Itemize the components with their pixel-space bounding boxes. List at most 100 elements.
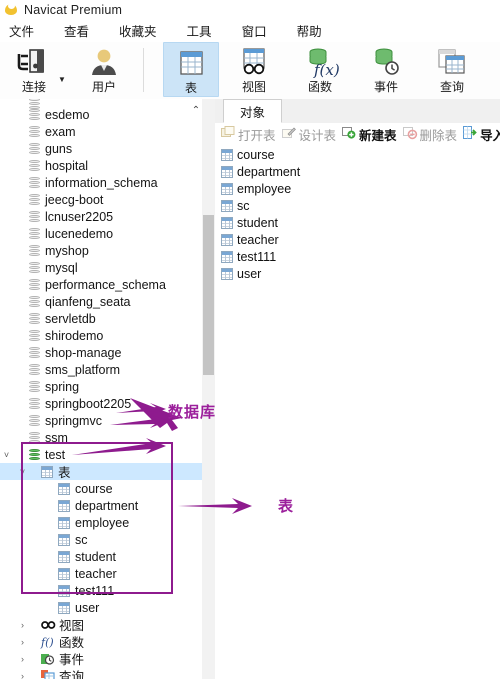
object-row-employee[interactable]: employee xyxy=(215,180,500,197)
tree-item-database-spring[interactable]: spring xyxy=(0,378,202,395)
object-row-test111[interactable]: test111 xyxy=(215,248,500,265)
menu-tools[interactable]: 工具 xyxy=(183,19,216,42)
toolbar-table-button[interactable]: 表 xyxy=(163,42,219,97)
tree-label: hospital xyxy=(45,158,89,173)
tree-item-table-employee[interactable]: employee xyxy=(0,514,202,531)
tree-label: 表 xyxy=(58,466,71,480)
expander-icon[interactable]: › xyxy=(16,637,29,647)
expander-icon[interactable]: › xyxy=(16,620,29,630)
toolbar-function-button[interactable]: f(x) 函数 xyxy=(292,42,348,97)
import-wizard-icon xyxy=(463,126,477,142)
object-name: department xyxy=(237,164,301,179)
tree-item-database-sms-platform[interactable]: sms_platform xyxy=(0,361,202,378)
toolbar-query-button[interactable]: 查询 xyxy=(424,42,480,97)
expander-icon[interactable]: ˅ xyxy=(16,467,29,477)
tree-item-functions-node[interactable]: › f() 函数 xyxy=(0,633,202,651)
tree-item-database-esdemo[interactable]: esdemo xyxy=(0,106,202,123)
toolbar-report-button[interactable]: 报表 xyxy=(488,42,500,97)
database-icon xyxy=(29,142,40,155)
design-table-label: 设计表 xyxy=(298,128,337,143)
tree-item-table-user[interactable]: user xyxy=(0,599,202,616)
title-bar: Navicat Premium xyxy=(0,0,500,19)
tree-label: springboot2205 xyxy=(45,396,132,411)
table-icon xyxy=(177,48,205,78)
object-row-user[interactable]: user xyxy=(215,265,500,282)
tree-item-database-test[interactable]: ˅ test xyxy=(0,446,202,463)
delete-table-button[interactable]: 删除表 xyxy=(402,125,457,144)
tree-item-database-information-schema[interactable]: information_schema xyxy=(0,174,202,191)
expander-icon[interactable]: › xyxy=(16,671,29,679)
tree-item-database-ssm[interactable]: ssm xyxy=(0,429,202,446)
tree-item-database-shirodemo[interactable]: shirodemo xyxy=(0,327,202,344)
tree-item-database-performance-schema[interactable]: performance_schema xyxy=(0,276,202,293)
tree-item-database-myshop[interactable]: myshop xyxy=(0,242,202,259)
object-name: student xyxy=(237,215,279,230)
navicat-window: Navicat Premium 文件 查看 收藏夹 工具 窗口 帮助 连接 ▼ … xyxy=(0,0,500,679)
object-list[interactable]: course department employee sc student te… xyxy=(215,146,500,282)
menu-file[interactable]: 文件 xyxy=(5,19,38,42)
tree-item-database-hospital[interactable]: hospital xyxy=(0,157,202,174)
toolbar-user-button[interactable]: 用户 xyxy=(76,42,132,97)
tree-item-database-qianfeng-seata[interactable]: qianfeng_seata xyxy=(0,293,202,310)
new-table-button[interactable]: 新建表 xyxy=(342,125,397,144)
database-icon-active xyxy=(29,448,40,461)
expander-icon[interactable]: › xyxy=(16,654,29,664)
tree-item-table-teacher[interactable]: teacher xyxy=(0,565,202,582)
tree-item-table-department[interactable]: department xyxy=(0,497,202,514)
tree-item-database-servletdb[interactable]: servletdb xyxy=(0,310,202,327)
object-row-student[interactable]: student xyxy=(215,214,500,231)
tree-label: ssm xyxy=(45,430,68,445)
object-row-course[interactable]: course xyxy=(215,146,500,163)
tree-scrollbar-track[interactable] xyxy=(202,99,215,679)
menu-window[interactable]: 窗口 xyxy=(238,19,271,42)
database-icon xyxy=(29,363,40,376)
table-icon xyxy=(58,516,70,529)
menu-favorites[interactable]: 收藏夹 xyxy=(115,19,161,42)
menu-bar: 文件 查看 收藏夹 工具 窗口 帮助 xyxy=(0,19,500,42)
tree-item-database-jeecg-boot[interactable]: jeecg-boot xyxy=(0,191,202,208)
object-row-department[interactable]: department xyxy=(215,163,500,180)
toolbar-connection-button[interactable]: 连接 xyxy=(6,42,62,97)
object-row-sc[interactable]: sc xyxy=(215,197,500,214)
import-wizard-button[interactable]: 导入 xyxy=(463,125,500,144)
tree-item-events-node[interactable]: › 事件 xyxy=(0,650,202,667)
database-icon xyxy=(29,346,40,359)
tree-label: spring xyxy=(45,379,80,394)
expander-icon[interactable]: ˅ xyxy=(0,450,13,460)
tree-label: mysql xyxy=(45,260,78,275)
tree-item-table-test111[interactable]: test111 xyxy=(0,582,202,599)
table-icon xyxy=(58,550,70,563)
menu-help[interactable]: 帮助 xyxy=(293,19,326,42)
tree-item-tables-node[interactable]: ˅ 表 xyxy=(0,463,202,480)
object-pane: ⌃ 对象 打开表 设计表 新建表 删除表 导入 course departmen… xyxy=(192,99,500,679)
table-icon xyxy=(221,216,233,229)
tree-item-database-lcnuser2205[interactable]: lcnuser2205 xyxy=(0,208,202,225)
tree-label: test xyxy=(45,447,66,462)
toolbar-view-button[interactable]: 视图 xyxy=(226,42,282,97)
tree-item-table-course[interactable]: course xyxy=(0,480,202,497)
tree-item-database-shop-manage[interactable]: shop-manage xyxy=(0,344,202,361)
event-icon xyxy=(371,47,401,77)
tree-item-queries-node[interactable]: › 查询 xyxy=(0,667,202,679)
tree-item-database-exam[interactable]: exam xyxy=(0,123,202,140)
database-tree-panel[interactable]: esdemo exam guns hospital information_sc… xyxy=(0,99,202,679)
design-table-button[interactable]: 设计表 xyxy=(281,125,337,144)
toolbar-event-button[interactable]: 事件 xyxy=(358,42,414,97)
tree-item-views-node[interactable]: › 视图 xyxy=(0,616,202,633)
object-row-teacher[interactable]: teacher xyxy=(215,231,500,248)
tree-label: lucenedemo xyxy=(45,226,114,241)
table-icon xyxy=(58,567,70,580)
connection-dropdown-caret-icon[interactable]: ▼ xyxy=(58,75,66,84)
open-table-button[interactable]: 打开表 xyxy=(221,125,276,144)
chevron-up-icon[interactable]: ⌃ xyxy=(189,103,203,117)
tree-item-database-mysql[interactable]: mysql xyxy=(0,259,202,276)
tree-scrollbar-thumb[interactable] xyxy=(203,215,214,375)
event-icon xyxy=(41,653,55,665)
tree-item-table-student[interactable]: student xyxy=(0,548,202,565)
tab-objects[interactable]: 对象 xyxy=(223,99,283,123)
tree-label: student xyxy=(75,549,117,564)
tree-item-database-lucenedemo[interactable]: lucenedemo xyxy=(0,225,202,242)
menu-view[interactable]: 查看 xyxy=(60,19,93,42)
tree-item-database-guns[interactable]: guns xyxy=(0,140,202,157)
tree-item-table-sc[interactable]: sc xyxy=(0,531,202,548)
